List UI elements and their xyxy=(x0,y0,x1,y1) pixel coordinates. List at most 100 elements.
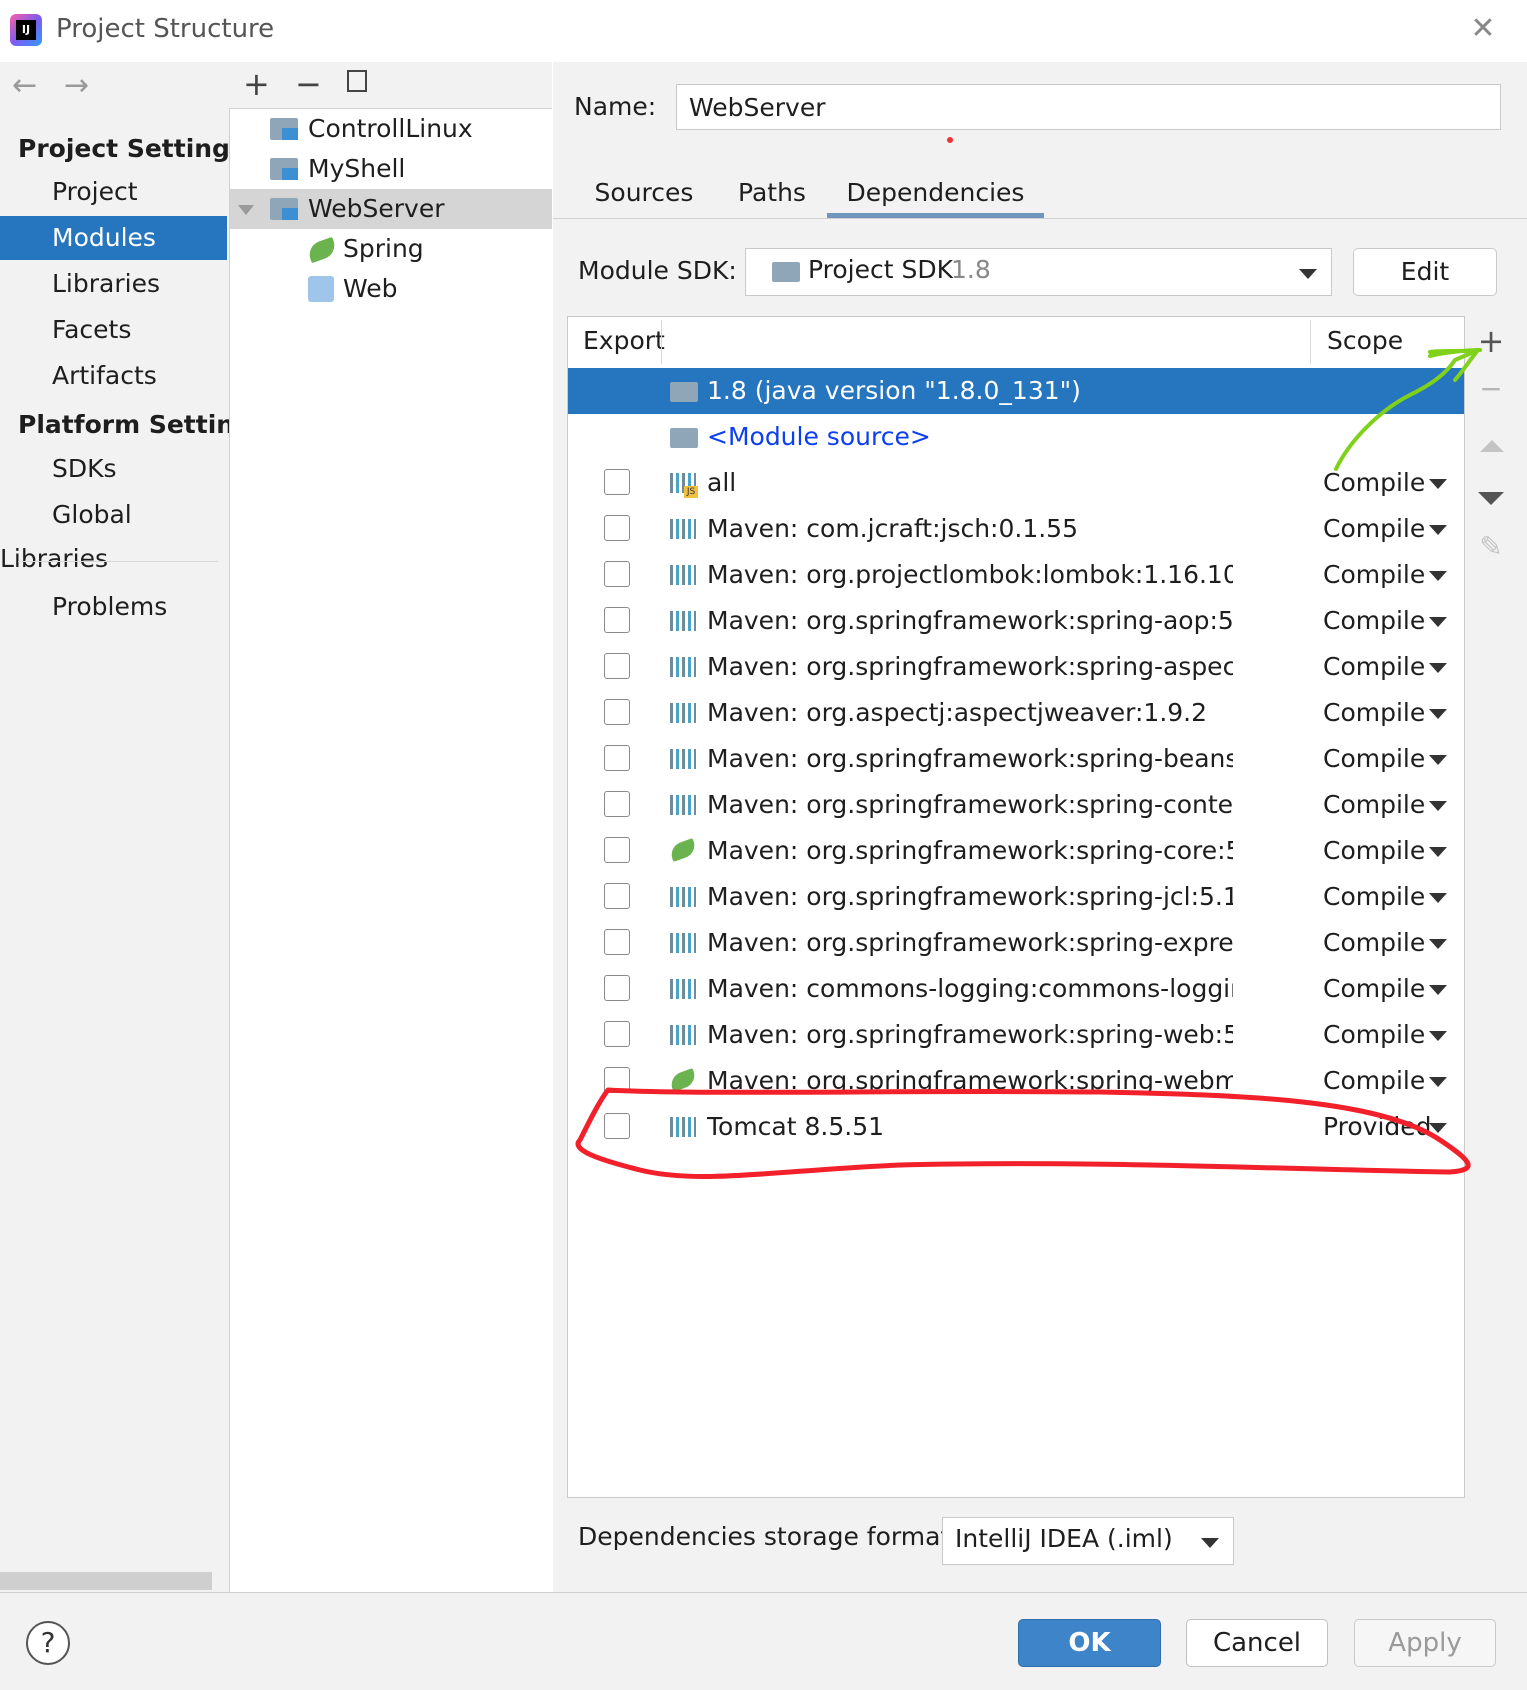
sidebar-item-project[interactable]: Project xyxy=(0,170,227,214)
scope-chevron-down-icon[interactable] xyxy=(1429,1077,1447,1087)
export-checkbox[interactable] xyxy=(604,469,630,495)
dependency-row[interactable]: Tomcat 8.5.51 Provided xyxy=(568,1104,1464,1150)
scope-chevron-down-icon[interactable] xyxy=(1429,847,1447,857)
dependency-row[interactable]: Maven: org.springframework:spring-core:5… xyxy=(568,828,1464,874)
edit-sdk-button[interactable]: Edit xyxy=(1353,248,1497,296)
sidebar-item-problems[interactable]: Problems xyxy=(0,585,227,629)
dependency-scope[interactable]: Compile xyxy=(1323,460,1425,506)
dependency-row[interactable]: 1.8 (java version "1.8.0_131") xyxy=(568,368,1464,414)
dependency-scope[interactable]: Compile xyxy=(1323,690,1425,736)
tree-item-spring[interactable]: Spring xyxy=(230,229,552,269)
export-checkbox[interactable] xyxy=(604,883,630,909)
scope-chevron-down-icon[interactable] xyxy=(1429,985,1447,995)
dependency-scope[interactable]: Compile xyxy=(1323,1058,1425,1104)
dependency-row[interactable]: Maven: org.springframework:spring-webmvc… xyxy=(568,1058,1464,1104)
dependency-scope[interactable]: Compile xyxy=(1323,506,1425,552)
add-module-button[interactable]: + xyxy=(243,64,270,104)
tree-item-webserver[interactable]: WebServer xyxy=(230,189,552,229)
tree-item-myshell[interactable]: MyShell xyxy=(230,149,552,189)
export-checkbox[interactable] xyxy=(604,653,630,679)
scope-chevron-down-icon[interactable] xyxy=(1429,893,1447,903)
remove-module-button[interactable]: − xyxy=(295,64,322,104)
dependency-scope[interactable]: Compile xyxy=(1323,828,1425,874)
scope-chevron-down-icon[interactable] xyxy=(1429,939,1447,949)
dependency-row[interactable]: Maven: org.aspectj:aspectjweaver:1.9.2 Co… xyxy=(568,690,1464,736)
help-button[interactable]: ? xyxy=(26,1621,70,1665)
scope-chevron-down-icon[interactable] xyxy=(1429,709,1447,719)
export-checkbox[interactable] xyxy=(604,561,630,587)
scope-chevron-down-icon[interactable] xyxy=(1429,801,1447,811)
edit-pencil-icon[interactable]: ✎ xyxy=(1470,530,1512,563)
scope-chevron-down-icon[interactable] xyxy=(1429,1123,1447,1133)
back-arrow-icon[interactable]: ← xyxy=(12,68,37,103)
dependency-row[interactable]: JS all Compile xyxy=(568,460,1464,506)
tab-paths[interactable]: Paths xyxy=(730,170,814,216)
export-checkbox[interactable] xyxy=(604,699,630,725)
dependency-scope[interactable]: Compile xyxy=(1323,874,1425,920)
dependency-scope[interactable]: Compile xyxy=(1323,644,1425,690)
scope-chevron-down-icon[interactable] xyxy=(1429,663,1447,673)
dependency-row[interactable]: Maven: com.jcraft:jsch:0.1.55 Compile xyxy=(568,506,1464,552)
sidebar-item-global-libraries[interactable]: Global Libraries xyxy=(0,493,227,573)
dependency-row[interactable]: Maven: org.projectlombok:lombok:1.16.10 C… xyxy=(568,552,1464,598)
dependency-scope[interactable]: Compile xyxy=(1323,736,1425,782)
dependency-scope[interactable]: Compile xyxy=(1323,966,1425,1012)
scope-chevron-down-icon[interactable] xyxy=(1429,525,1447,535)
dependency-row[interactable]: Maven: org.springframework:spring-jcl:5.… xyxy=(568,874,1464,920)
cancel-button[interactable]: Cancel xyxy=(1186,1619,1328,1667)
export-checkbox[interactable] xyxy=(604,975,630,1001)
scope-chevron-down-icon[interactable] xyxy=(1429,755,1447,765)
dependency-row[interactable]: Maven: org.springframework:spring-expres… xyxy=(568,920,1464,966)
move-up-icon[interactable] xyxy=(1480,440,1504,452)
export-checkbox[interactable] xyxy=(604,837,630,863)
sidebar-item-modules[interactable]: Modules xyxy=(0,216,227,260)
export-column-header[interactable]: Export xyxy=(583,326,665,355)
dependency-scope[interactable]: Compile xyxy=(1323,782,1425,828)
tree-item-controlllinux[interactable]: ControllLinux xyxy=(230,109,552,149)
tree-item-web[interactable]: Web xyxy=(230,269,552,309)
export-checkbox[interactable] xyxy=(604,1113,630,1139)
sidebar-item-libraries[interactable]: Libraries xyxy=(0,262,227,306)
scope-chevron-down-icon[interactable] xyxy=(1429,617,1447,627)
export-checkbox[interactable] xyxy=(604,745,630,771)
sidebar-item-sdks[interactable]: SDKs xyxy=(0,447,227,491)
copy-icon[interactable] xyxy=(347,70,367,92)
sidebar-item-facets[interactable]: Facets xyxy=(0,308,227,352)
dependency-row[interactable]: Maven: org.springframework:spring-beans:… xyxy=(568,736,1464,782)
ok-button[interactable]: OK xyxy=(1018,1619,1161,1667)
sidebar-scrollbar[interactable] xyxy=(0,1572,212,1590)
scope-column-header[interactable]: Scope xyxy=(1327,326,1403,355)
dependency-scope[interactable]: Provided xyxy=(1323,1104,1432,1150)
export-checkbox[interactable] xyxy=(604,607,630,633)
expand-arrow-icon[interactable] xyxy=(238,205,254,215)
scope-chevron-down-icon[interactable] xyxy=(1429,571,1447,581)
module-sdk-select[interactable]: Project SDK 1.8 xyxy=(745,248,1332,296)
dependency-scope[interactable]: Compile xyxy=(1323,598,1425,644)
dependency-scope[interactable]: Compile xyxy=(1323,920,1425,966)
dependency-row[interactable]: Maven: org.springframework:spring-aspect… xyxy=(568,644,1464,690)
dependency-row[interactable]: <Module source> xyxy=(568,414,1464,460)
dependency-row[interactable]: Maven: org.springframework:spring-aop:5.… xyxy=(568,598,1464,644)
tab-dependencies[interactable]: Dependencies xyxy=(827,170,1044,216)
tab-sources[interactable]: Sources xyxy=(588,170,700,216)
move-down-icon[interactable] xyxy=(1478,492,1504,505)
sidebar-item-artifacts[interactable]: Artifacts xyxy=(0,354,227,398)
storage-format-select[interactable]: IntelliJ IDEA (.iml) xyxy=(942,1517,1234,1565)
forward-arrow-icon[interactable]: → xyxy=(64,68,89,103)
apply-button[interactable]: Apply xyxy=(1354,1619,1496,1667)
export-checkbox[interactable] xyxy=(604,791,630,817)
dependency-scope[interactable]: Compile xyxy=(1323,552,1425,598)
close-icon[interactable]: ✕ xyxy=(1466,12,1500,46)
dependency-scope[interactable]: Compile xyxy=(1323,1012,1425,1058)
dependency-row[interactable]: Maven: commons-logging:commons-logging:1… xyxy=(568,966,1464,1012)
remove-dependency-button[interactable]: − xyxy=(1470,372,1512,405)
dependency-row[interactable]: Maven: org.springframework:spring-web:5.… xyxy=(568,1012,1464,1058)
export-checkbox[interactable] xyxy=(604,1067,630,1093)
dependency-row[interactable]: Maven: org.springframework:spring-contex… xyxy=(568,782,1464,828)
export-checkbox[interactable] xyxy=(604,1021,630,1047)
export-checkbox[interactable] xyxy=(604,929,630,955)
scope-chevron-down-icon[interactable] xyxy=(1429,1031,1447,1041)
export-checkbox[interactable] xyxy=(604,515,630,541)
add-dependency-button[interactable]: + xyxy=(1470,322,1512,360)
module-name-input[interactable]: WebServer xyxy=(676,84,1501,130)
